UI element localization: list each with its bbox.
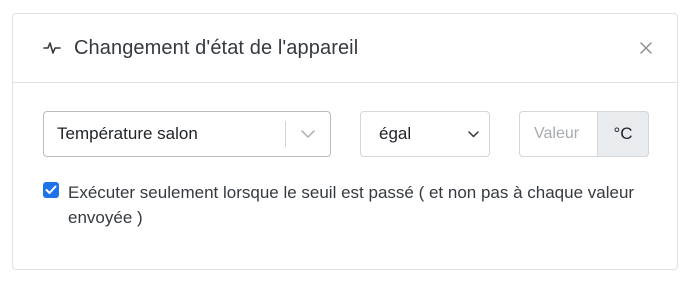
- chevron-down-icon: [468, 125, 479, 143]
- device-state-card: Changement d'état de l'appareil Températ…: [12, 13, 678, 270]
- value-input[interactable]: Valeur: [519, 111, 597, 157]
- value-input-group: Valeur °C: [519, 111, 649, 157]
- operator-select[interactable]: égal: [360, 111, 490, 157]
- value-input-placeholder: Valeur: [534, 125, 580, 142]
- operator-select-value: égal: [379, 124, 412, 143]
- card-title: Changement d'état de l'appareil: [74, 36, 359, 59]
- threshold-option: Exécuter seulement lorsque le seuil est …: [43, 180, 653, 230]
- threshold-checkbox[interactable]: [43, 182, 59, 198]
- device-select-value: Température salon: [57, 124, 198, 143]
- card-header: Changement d'état de l'appareil: [13, 14, 677, 83]
- threshold-checkbox-label[interactable]: Exécuter seulement lorsque le seuil est …: [68, 180, 653, 230]
- unit-addon: °C: [597, 111, 649, 157]
- activity-icon: [42, 38, 62, 58]
- device-select[interactable]: Température salon: [43, 111, 331, 157]
- close-icon[interactable]: [637, 39, 655, 57]
- chevron-down-icon[interactable]: [286, 112, 330, 156]
